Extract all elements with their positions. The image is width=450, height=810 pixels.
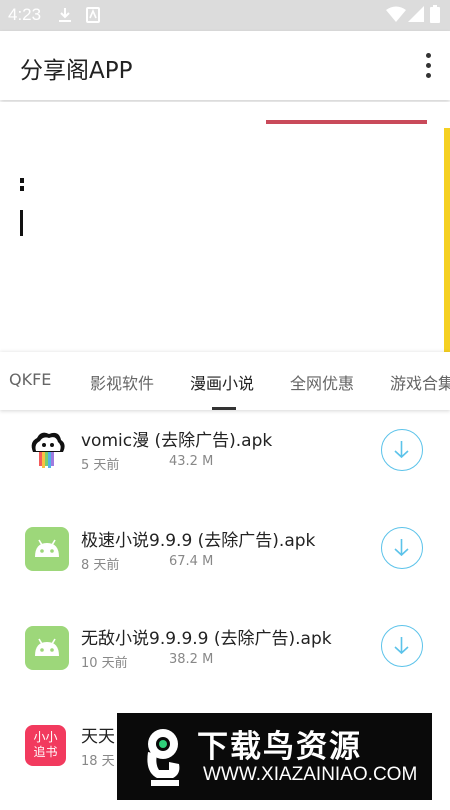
- tab-video-software[interactable]: 影视软件: [90, 370, 154, 394]
- tab-deals[interactable]: 全网优惠: [290, 370, 354, 394]
- battery-icon: [430, 5, 440, 27]
- file-name: 无敌小说9.9.9.9 (去除广告).apk: [81, 629, 332, 649]
- icon-text-line: 小小: [33, 730, 58, 744]
- app-title: 分享阁APP: [20, 58, 133, 84]
- file-name: 天天: [81, 727, 115, 747]
- android-icon: [25, 527, 69, 571]
- watermark: 下载鸟资源 WWW.XIAZAINIAO.COM: [117, 713, 432, 800]
- bird-logo-icon: [147, 729, 180, 786]
- app-bar: 分享阁APP: [0, 31, 450, 100]
- status-bar: 4:23: [0, 0, 450, 31]
- watermark-url: WWW.XIAZAINIAO.COM: [203, 764, 418, 785]
- download-button[interactable]: [381, 527, 423, 569]
- download-arrow-icon: [394, 441, 409, 459]
- tab-comics-novels[interactable]: 漫画小说: [190, 370, 254, 394]
- file-date: 8 天前: [81, 558, 120, 573]
- category-tabs: QKFE 影视软件 漫画小说 全网优惠 游戏合集: [0, 352, 450, 410]
- android-icon: [25, 626, 69, 670]
- file-date: 5 天前: [81, 458, 120, 473]
- vomic-app-icon: [25, 428, 69, 472]
- file-name: 极速小说9.9.9 (去除广告).apk: [81, 531, 316, 551]
- watermark-title: 下载鸟资源: [197, 729, 362, 765]
- download-button[interactable]: [381, 429, 423, 471]
- tab-qkfe[interactable]: QKFE: [9, 370, 51, 389]
- download-arrow-icon: [394, 637, 409, 655]
- download-button[interactable]: [381, 625, 423, 667]
- file-size: 38.2 M: [169, 652, 214, 667]
- banner[interactable]: [0, 102, 450, 352]
- file-size: 67.4 M: [169, 554, 214, 569]
- wifi-icon: [386, 6, 406, 26]
- more-vert-icon[interactable]: [420, 51, 436, 81]
- icon-text-line: 追书: [33, 745, 58, 759]
- xiaoxiao-zhuishu-icon: 小小 追书: [25, 725, 66, 766]
- list-item[interactable]: 无敌小说9.9.9.9 (去除广告).apk 10 天前 38.2 M: [0, 610, 450, 710]
- tab-game-collection[interactable]: 游戏合集: [390, 370, 450, 394]
- file-name: vomic漫 (去除广告).apk: [81, 431, 273, 451]
- download-icon: [58, 7, 72, 27]
- download-arrow-icon: [394, 539, 409, 557]
- banner-yellow-edge: [444, 128, 450, 352]
- file-size: 43.2 M: [169, 454, 214, 469]
- status-time: 4:23: [8, 5, 42, 24]
- list-item[interactable]: 极速小说9.9.9 (去除广告).apk 8 天前 67.4 M: [0, 510, 450, 610]
- signal-icon: [408, 6, 424, 26]
- banner-mark: [20, 178, 24, 183]
- banner-decoration-line: [266, 120, 427, 124]
- app-notification-icon: [86, 7, 100, 27]
- file-date: 18 天: [81, 754, 115, 769]
- list-item[interactable]: vomic漫 (去除广告).apk 5 天前 43.2 M: [0, 410, 450, 510]
- banner-mark: [20, 186, 24, 191]
- banner-mark: [20, 210, 23, 236]
- file-date: 10 天前: [81, 656, 128, 671]
